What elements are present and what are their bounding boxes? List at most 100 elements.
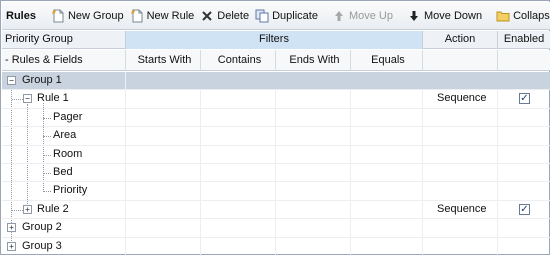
enabled-checkbox[interactable]: ✓ — [519, 203, 530, 215]
starts-with-cell[interactable] — [126, 200, 201, 219]
arrow-down-icon — [409, 10, 418, 21]
filters-header[interactable]: Filters — [126, 31, 423, 49]
ends-with-cell[interactable] — [276, 163, 351, 182]
toolbar: Rules New Group New Rule Delete Duplicat… — [2, 2, 550, 30]
action-cell — [423, 182, 498, 200]
new-document-icon — [51, 9, 64, 22]
equals-cell[interactable] — [351, 127, 423, 145]
contains-cell[interactable] — [201, 108, 276, 127]
tree-line — [12, 99, 23, 101]
expand-toggle[interactable]: + — [23, 204, 32, 214]
tree-row-field[interactable]: Bed — [2, 163, 550, 183]
tree-line — [43, 172, 51, 174]
column-header: - Rules & Fields Starts With Contains En… — [2, 50, 550, 71]
ends-with-cell[interactable] — [276, 182, 351, 200]
contains-header[interactable]: Contains — [201, 50, 276, 71]
tree-cell: Bed — [2, 163, 126, 182]
expand-toggle[interactable]: + — [7, 223, 16, 233]
equals-cell[interactable] — [351, 200, 423, 219]
tree-row-rule-2[interactable]: + Rule 2 Sequence ✓ — [2, 200, 550, 220]
enabled-subheader — [498, 50, 550, 71]
enabled-checkbox[interactable]: ✓ — [519, 93, 530, 105]
tree-row-group-2[interactable]: + Group 2 — [2, 219, 550, 238]
ends-with-cell[interactable] — [276, 127, 351, 145]
duplicate-button[interactable]: Duplicate — [252, 5, 321, 27]
move-up-label: Move Up — [348, 9, 393, 22]
contains-cell[interactable] — [201, 163, 276, 182]
move-down-button[interactable]: Move Down — [404, 5, 485, 27]
ends-with-cell[interactable] — [276, 200, 351, 219]
tree-cell: Priority — [2, 182, 126, 200]
toolbar-title: Rules — [6, 9, 36, 22]
new-group-label: New Group — [67, 9, 124, 22]
rule-label: Rule 2 — [37, 202, 69, 215]
ends-with-cell[interactable] — [276, 108, 351, 127]
tree-cell: Area — [2, 127, 126, 145]
new-rule-button[interactable]: New Rule — [127, 5, 198, 27]
rules-fields-header[interactable]: - Rules & Fields — [2, 50, 126, 71]
field-label: Priority — [53, 184, 88, 197]
tree-row-field[interactable]: Pager — [2, 108, 550, 128]
contains-cell[interactable] — [201, 90, 276, 108]
collapse-all-label: Collapse All — [513, 9, 550, 22]
move-up-button[interactable]: Move Up — [329, 5, 396, 27]
equals-cell[interactable] — [351, 90, 423, 108]
equals-cell[interactable] — [351, 145, 423, 163]
enabled-cell: ✓ — [498, 90, 550, 107]
arrow-up-icon — [334, 10, 343, 21]
tree-row-field[interactable]: Priority — [2, 182, 550, 201]
contains-cell[interactable] — [201, 200, 276, 219]
ends-with-cell[interactable] — [276, 145, 351, 163]
expand-toggle[interactable]: + — [7, 241, 16, 251]
starts-with-cell[interactable] — [126, 90, 201, 108]
contains-cell[interactable] — [201, 182, 276, 200]
starts-with-cell[interactable] — [126, 163, 201, 182]
contains-cell[interactable] — [201, 127, 276, 145]
group-label: Group 3 — [22, 239, 62, 252]
tree-row-group-1[interactable]: − Group 1 — [2, 72, 550, 91]
equals-cell[interactable] — [351, 108, 423, 127]
equals-header[interactable]: Equals — [351, 50, 423, 71]
starts-with-header[interactable]: Starts With — [126, 50, 201, 71]
ends-with-cell[interactable] — [276, 90, 351, 108]
new-rule-label: New Rule — [146, 9, 195, 22]
action-cell — [423, 219, 498, 237]
tree-row-group-3[interactable]: + Group 3 — [2, 237, 550, 256]
action-header[interactable]: Action — [423, 31, 498, 49]
starts-with-cell[interactable] — [126, 145, 201, 163]
equals-cell[interactable] — [351, 182, 423, 200]
action-cell[interactable]: Sequence — [423, 200, 498, 219]
enabled-cell — [498, 109, 550, 126]
action-subheader — [423, 50, 498, 71]
action-cell — [423, 108, 498, 127]
ends-with-cell — [276, 237, 351, 256]
starts-with-cell[interactable] — [126, 127, 201, 145]
enabled-cell — [498, 127, 550, 144]
duplicate-label: Duplicate — [272, 9, 318, 22]
tree-cell: − Group 1 — [2, 72, 126, 90]
action-cell — [423, 237, 498, 256]
rules-panel: Rules New Group New Rule Delete Duplicat… — [0, 0, 550, 256]
starts-with-cell[interactable] — [126, 182, 201, 200]
starts-with-cell[interactable] — [126, 108, 201, 127]
ends-with-header[interactable]: Ends With — [276, 50, 351, 71]
group-label: Group 2 — [22, 221, 62, 234]
starts-with-cell — [126, 237, 201, 256]
action-cell — [423, 163, 498, 182]
tree-line — [43, 154, 51, 156]
new-group-button[interactable]: New Group — [48, 5, 127, 27]
action-cell[interactable]: Sequence — [423, 90, 498, 108]
equals-cell[interactable] — [351, 163, 423, 182]
tree-row-rule-1[interactable]: − Rule 1 Sequence ✓ — [2, 90, 550, 109]
priority-group-header[interactable]: Priority Group — [2, 31, 126, 49]
enabled-header[interactable]: Enabled — [498, 31, 550, 49]
contains-cell[interactable] — [201, 145, 276, 163]
tree-line — [12, 209, 23, 211]
collapse-toggle[interactable]: − — [7, 76, 16, 85]
enabled-cell — [498, 238, 550, 256]
tree-row-field[interactable]: Room — [2, 145, 550, 164]
tree-row-field[interactable]: Area — [2, 127, 550, 146]
collapse-toggle[interactable]: − — [23, 94, 32, 104]
collapse-all-button[interactable]: Collapse All — [493, 5, 550, 27]
delete-button[interactable]: Delete — [197, 5, 252, 27]
